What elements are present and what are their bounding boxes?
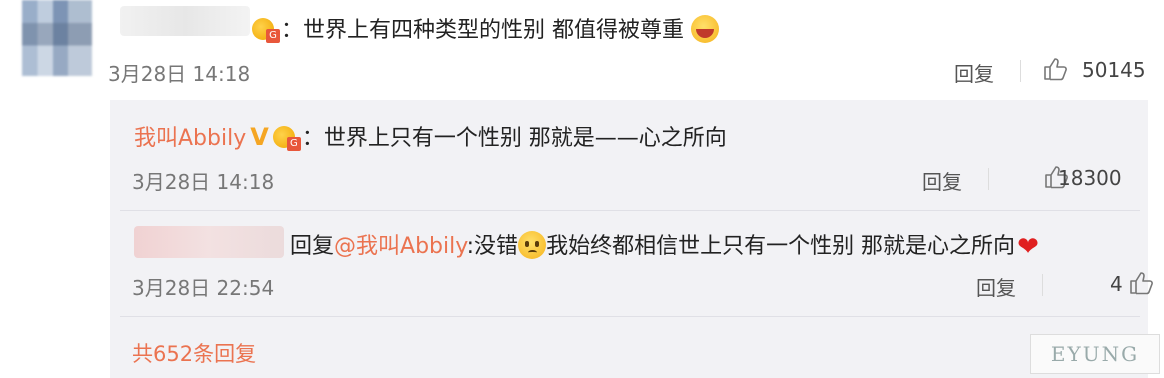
top-comment-time: 3月28日 14:18 [108,62,251,86]
reply1-reply-button[interactable]: 回复 [922,166,962,195]
vip-crown-badge-icon [252,18,280,43]
reply1-text: ：世界上只有一个性别 那就是——心之所向 [301,126,727,151]
thumbs-up-icon[interactable] [1128,270,1154,296]
username-blurred[interactable] [134,226,284,258]
watermark-logo: EYUNG [1030,334,1160,374]
thumbs-up-icon[interactable] [1042,56,1068,82]
reply1-like-count: 18300 [1058,166,1122,190]
reply1-username[interactable]: 我叫Abbily [134,126,246,151]
worried-emoji-icon [518,231,547,259]
reply2-prefix: 回复 [290,234,335,259]
divider [1042,274,1043,296]
reply2-like-count: 4 [1110,272,1123,296]
username-blurred[interactable] [120,6,250,36]
reply2-mention[interactable]: @我叫Abbily [334,234,467,259]
top-comment-line: ：世界上有四种类型的性别 都值得被尊重 [252,12,719,44]
more-replies-link[interactable]: 共652条回复 [132,338,256,368]
vip-crown-badge-icon [272,126,301,151]
reply2-reply-button[interactable]: 回复 [976,272,1016,301]
divider [120,210,1140,211]
top-comment-like-count: 50145 [1082,58,1146,82]
reply1-time: 3月28日 14:18 [132,170,275,194]
reply2-text-a: :没错 [466,234,519,259]
heart-icon: ❤ [1017,232,1039,262]
crying-emoji-icon [691,15,719,43]
reply2-time: 3月28日 22:54 [132,276,275,300]
divider [120,316,1140,317]
top-comment-reply-button[interactable]: 回复 [954,58,994,87]
reply2-line: 回复@我叫Abbily:没错 我始终都相信世上只有一个性别 那就是心之所向❤ [290,228,1039,262]
reply2-text-b: 我始终都相信世上只有一个性别 那就是心之所向 [546,234,1016,259]
top-comment-text: ：世界上有四种类型的性别 都值得被尊重 [281,18,684,43]
divider [1020,60,1021,82]
divider [988,168,989,190]
reply1-line: 我叫AbbilyV ：世界上只有一个性别 那就是——心之所向 [134,120,727,152]
avatar[interactable] [22,0,92,76]
verified-v-icon: V [250,123,269,151]
